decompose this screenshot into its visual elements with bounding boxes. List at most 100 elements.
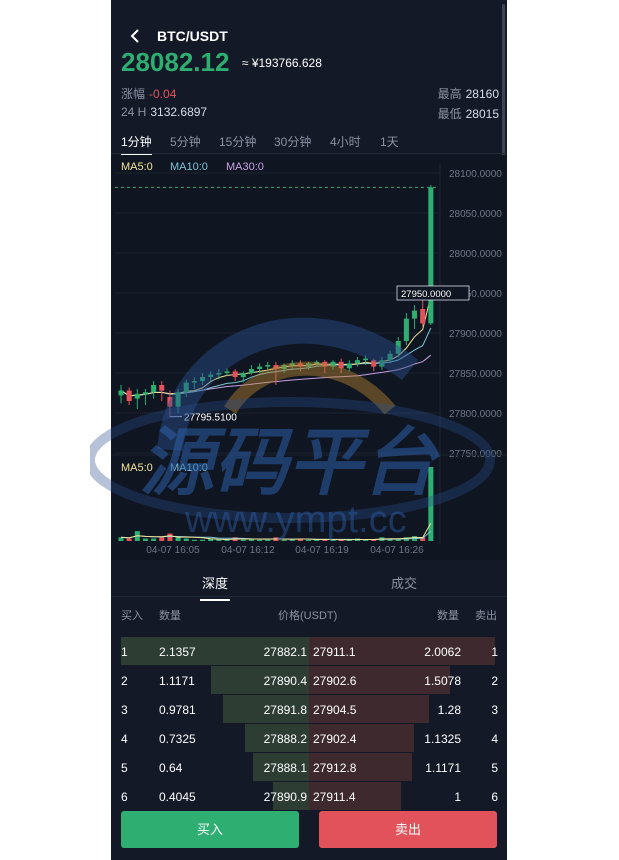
bid-price: 27888.2 — [263, 732, 307, 746]
kline-chart[interactable]: 28100.0000 28050.0000 28000.0000 27950.0000… — [111, 155, 507, 560]
candle-body — [330, 361, 336, 367]
ask-qty: 2.0062 — [424, 645, 461, 659]
orderbook-row[interactable]: 4 0.7325 27888.2 27902.4 1.1325 4 — [111, 724, 507, 752]
candle-body — [306, 363, 312, 367]
ask-index: 1 — [491, 645, 498, 659]
candle-body — [183, 382, 189, 393]
candle-body — [371, 360, 377, 367]
candle-body — [248, 369, 254, 373]
ask-price: 27902.4 — [313, 732, 357, 746]
orderbook-header: 买入 数量 价格(USDT) 数量 卖出 — [111, 607, 507, 623]
candle-body — [175, 392, 181, 407]
tab-1min[interactable]: 1分钟 — [121, 133, 152, 156]
interval-tabs: 1分钟 5分钟 15分钟 30分钟 4小时 1天 — [111, 132, 507, 156]
candle-body — [191, 381, 197, 383]
trading-screen: BTC/USDT 28082.12 ≈ ¥193766.628 涨幅 -0.04 … — [111, 0, 507, 860]
tab-4hour[interactable]: 4小时 — [330, 133, 361, 150]
volume-stat: 24 H 3132.6897 — [121, 105, 207, 119]
volume-bar — [142, 538, 148, 541]
volume-bar — [167, 533, 173, 541]
candle-body — [273, 365, 279, 369]
price-row: 28082.12 ≈ ¥193766.628 — [121, 47, 322, 79]
orderbook-row[interactable]: 2 1.1171 27890.4 27902.6 1.5078 2 — [111, 666, 507, 694]
high-stat: 最高 28160 — [438, 85, 499, 102]
candle-body — [200, 377, 206, 381]
tab-trades[interactable]: 成交 — [391, 573, 417, 592]
candle-body — [363, 358, 369, 361]
ask-index: 6 — [491, 790, 498, 804]
tab-depth[interactable]: 深度 — [199, 573, 231, 601]
ma30-legend: MA30:0 — [226, 161, 264, 173]
candle-body — [379, 360, 385, 367]
candle-body — [314, 361, 320, 364]
volume-bar — [200, 539, 206, 541]
bid-index: 2 — [121, 674, 128, 688]
volume-bar — [257, 539, 263, 541]
ask-price: 27911.4 — [313, 790, 356, 804]
ask-qty: 1.5078 — [424, 674, 461, 688]
change-label: 涨幅 — [121, 87, 146, 101]
change-stat: 涨幅 -0.04 — [121, 85, 176, 102]
orderbook-row[interactable]: 3 0.9781 27891.8 27904.5 1.28 3 — [111, 695, 507, 723]
volume-bar — [428, 467, 434, 541]
ask-qty: 1.1325 — [424, 732, 461, 746]
tab-5min[interactable]: 5分钟 — [170, 133, 201, 150]
volume-bar — [265, 539, 271, 541]
bid-price: 27890.4 — [263, 674, 307, 688]
ask-qty: 1 — [454, 790, 461, 804]
buy-button[interactable]: 买入 — [121, 811, 299, 848]
tab-30min[interactable]: 30分钟 — [274, 133, 311, 150]
x-tick-label: 04-07 16:19 — [295, 545, 349, 556]
candle-body — [159, 385, 165, 391]
header-qty-ask: 数量 — [437, 610, 459, 622]
y-tick-label: 27800.0000 — [449, 409, 502, 420]
back-arrow-icon[interactable] — [128, 27, 142, 45]
candle-body — [232, 371, 238, 377]
orderbook-row[interactable]: 6 0.4045 27890.9 27911.4 1 6 — [111, 782, 507, 810]
volume-bar — [183, 538, 189, 541]
change-value: -0.04 — [149, 87, 177, 101]
bid-index: 4 — [121, 732, 128, 746]
candle-body — [126, 390, 132, 401]
candle-body — [208, 374, 214, 377]
kline-svg: 28100.0000 28050.0000 28000.0000 27950.0000… — [111, 163, 507, 556]
x-tick-label: 04-07 16:12 — [221, 545, 275, 556]
bid-qty: 0.64 — [159, 761, 183, 775]
candle-body — [387, 353, 393, 361]
bid-qty: 0.4045 — [159, 790, 196, 804]
orderbook-row[interactable]: 5 0.64 27888.1 27912.8 1.1171 5 — [111, 753, 507, 781]
y-tick-label: 27850.0000 — [449, 369, 502, 380]
candle-body — [289, 363, 295, 365]
volume-bar — [151, 538, 157, 541]
ask-price: 27912.8 — [313, 761, 357, 775]
depth-tabs: 深度 成交 — [111, 565, 507, 601]
tab-1day[interactable]: 1天 — [380, 133, 399, 150]
low-marker-label: 27795.5100 — [184, 413, 237, 424]
bid-index: 5 — [121, 761, 128, 775]
ask-price: 27904.5 — [313, 703, 357, 717]
y-tick-label: 27900.0000 — [449, 329, 502, 340]
bid-qty: 2.1357 — [159, 645, 196, 659]
low-label: 最低 — [437, 107, 462, 121]
ask-index: 3 — [491, 703, 498, 717]
volume-bar — [281, 539, 287, 541]
ma5-legend: MA5:0 — [121, 161, 153, 173]
y-tick-label: 28000.0000 — [449, 249, 502, 260]
y-tick-label: 28050.0000 — [449, 209, 502, 220]
sell-button[interactable]: 卖出 — [319, 811, 497, 848]
candle-body — [265, 365, 271, 367]
candle-body — [322, 361, 328, 367]
ask-price: 27902.6 — [313, 674, 357, 688]
low-value: 28015 — [465, 107, 499, 121]
last-price: 28082.12 — [121, 47, 230, 77]
tab-15min[interactable]: 15分钟 — [219, 133, 256, 150]
volume-bar — [306, 539, 312, 541]
candle-body — [257, 366, 263, 369]
candle-body — [346, 363, 352, 369]
candle-body — [420, 309, 426, 324]
orderbook-row[interactable]: 1 2.1357 27882.1 27911.1 2.0062 1 — [111, 637, 507, 665]
pair-title: BTC/USDT — [157, 28, 228, 44]
vol-ma5-legend: MA5:0 — [121, 462, 153, 474]
bid-price: 27888.1 — [263, 761, 307, 775]
volume-bar — [126, 538, 132, 541]
